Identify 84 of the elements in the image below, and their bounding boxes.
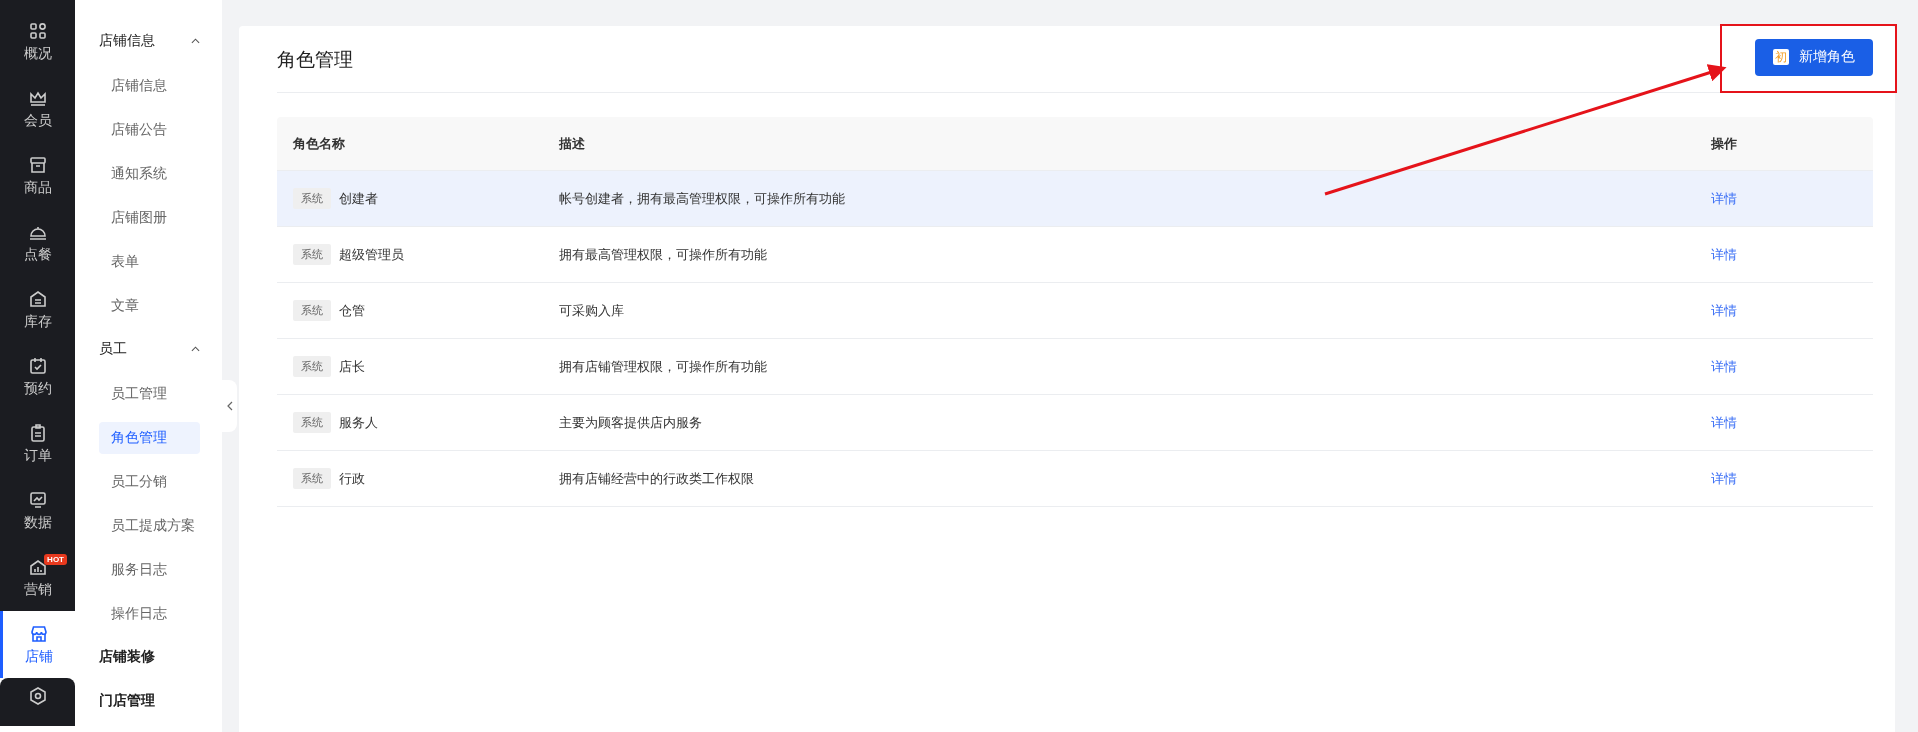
role-description: 可采购入库 (559, 301, 625, 320)
column-header: 操作 (1711, 134, 1738, 153)
nav-item[interactable]: 概况 (0, 0, 75, 75)
store-box-icon (27, 154, 48, 175)
role-description: 主要为顾客提供店内服务 (559, 413, 703, 432)
system-tag: 系统 (293, 300, 331, 321)
details-link[interactable]: 详情 (1711, 190, 1737, 206)
menu-item[interactable]: 员工管理 (99, 378, 200, 410)
menu-item[interactable]: 角色管理 (99, 422, 200, 454)
menu-group[interactable]: 店铺信息 (99, 26, 200, 56)
menu-link[interactable]: 门店管理 (99, 686, 200, 716)
table-row[interactable]: 系统 行政 拥有店铺经营中的行政类工作权限 详情 (277, 451, 1873, 507)
column-header: 描述 (559, 134, 586, 153)
menu-item[interactable]: 员工分销 (99, 466, 200, 498)
nav-item[interactable]: HOT 营销 (0, 544, 75, 611)
system-tag: 系统 (293, 412, 331, 433)
system-tag: 系统 (293, 356, 331, 377)
role-name: 仓管 (339, 301, 365, 320)
table-row[interactable]: 系统 仓管 可采购入库 详情 (277, 283, 1873, 339)
house-icon (27, 288, 48, 309)
role-description: 拥有最高管理权限，可操作所有功能 (559, 245, 768, 264)
role-name: 行政 (339, 469, 365, 488)
nav-label: 点餐 (23, 245, 52, 264)
grid-icon (27, 20, 48, 41)
page-title: 角色管理 (277, 48, 353, 72)
details-link[interactable]: 详情 (1711, 358, 1737, 374)
nav-item[interactable]: 数据 (0, 477, 75, 544)
menu-item[interactable]: 通知系统 (99, 158, 200, 190)
nav-label: 订单 (23, 446, 52, 465)
nav-item[interactable]: 会员 (0, 75, 75, 142)
system-tag: 系统 (293, 188, 331, 209)
system-tag: 系统 (293, 244, 331, 265)
role-name: 店长 (339, 357, 365, 376)
calendar-icon (27, 355, 48, 376)
hexagon-icon (27, 686, 48, 706)
role-name: 超级管理员 (339, 245, 404, 264)
details-link[interactable]: 详情 (1711, 414, 1737, 430)
nav-label: 店铺 (25, 647, 53, 666)
nav-item[interactable]: 预约 (0, 343, 75, 410)
nav-item[interactable]: 库存 (0, 276, 75, 343)
nav-label: 营销 (23, 580, 52, 599)
chevron-icon (191, 346, 200, 352)
shop-icon (29, 623, 49, 644)
menu-item[interactable]: 表单 (99, 246, 200, 278)
menu-item[interactable]: 文章 (99, 290, 200, 322)
add-role-button[interactable]: 初 新增角色 (1755, 38, 1873, 76)
table-row[interactable]: 系统 店长 拥有店铺管理权限，可操作所有功能 详情 (277, 339, 1873, 395)
role-description: 拥有店铺经营中的行政类工作权限 (559, 469, 755, 488)
nav-label: 预约 (23, 379, 52, 398)
hot-badge: HOT (44, 554, 67, 565)
nav-item[interactable]: 订单 (0, 410, 75, 477)
nav-label: 概况 (23, 44, 52, 63)
nav-item[interactable] (0, 678, 75, 726)
nav-item[interactable]: 商品 (0, 142, 75, 209)
menu-item[interactable]: 店铺图册 (99, 202, 200, 234)
nav-item[interactable]: 点餐 (0, 209, 75, 276)
label-icon: 初 (1773, 49, 1789, 65)
role-description: 帐号创建者，拥有最高管理权限，可操作所有功能 (559, 189, 846, 208)
details-link[interactable]: 详情 (1711, 246, 1737, 262)
menu-item[interactable]: 店铺公告 (99, 114, 200, 146)
role-name: 创建者 (339, 189, 378, 208)
chevron-left-icon (226, 401, 233, 411)
menu-item[interactable]: 员工提成方案 (99, 510, 200, 542)
role-description: 拥有店铺管理权限，可操作所有功能 (559, 357, 768, 376)
menu-link[interactable]: 店铺装修 (99, 642, 200, 672)
collapse-handle[interactable] (222, 380, 237, 432)
menu-item[interactable]: 操作日志 (99, 598, 200, 630)
nav-label: 会员 (23, 111, 52, 130)
nav-label: 数据 (23, 513, 52, 532)
menu-item[interactable]: 店铺信息 (99, 70, 200, 102)
menu-item[interactable]: 服务日志 (99, 554, 200, 586)
table-row[interactable]: 系统 服务人 主要为顾客提供店内服务 详情 (277, 395, 1873, 451)
details-link[interactable]: 详情 (1711, 302, 1737, 318)
monitor-icon (27, 489, 48, 510)
system-tag: 系统 (293, 468, 331, 489)
table-row[interactable]: 系统 超级管理员 拥有最高管理权限，可操作所有功能 详情 (277, 227, 1873, 283)
role-name: 服务人 (339, 413, 378, 432)
details-link[interactable]: 详情 (1711, 470, 1737, 486)
menu-group[interactable]: 员工 (99, 334, 200, 364)
column-header: 角色名称 (292, 134, 346, 153)
nav-label: 商品 (23, 178, 52, 197)
table-row[interactable]: 系统 创建者 帐号创建者，拥有最高管理权限，可操作所有功能 详情 (277, 171, 1873, 227)
chevron-icon (191, 38, 200, 44)
nav-label: 库存 (23, 312, 52, 331)
